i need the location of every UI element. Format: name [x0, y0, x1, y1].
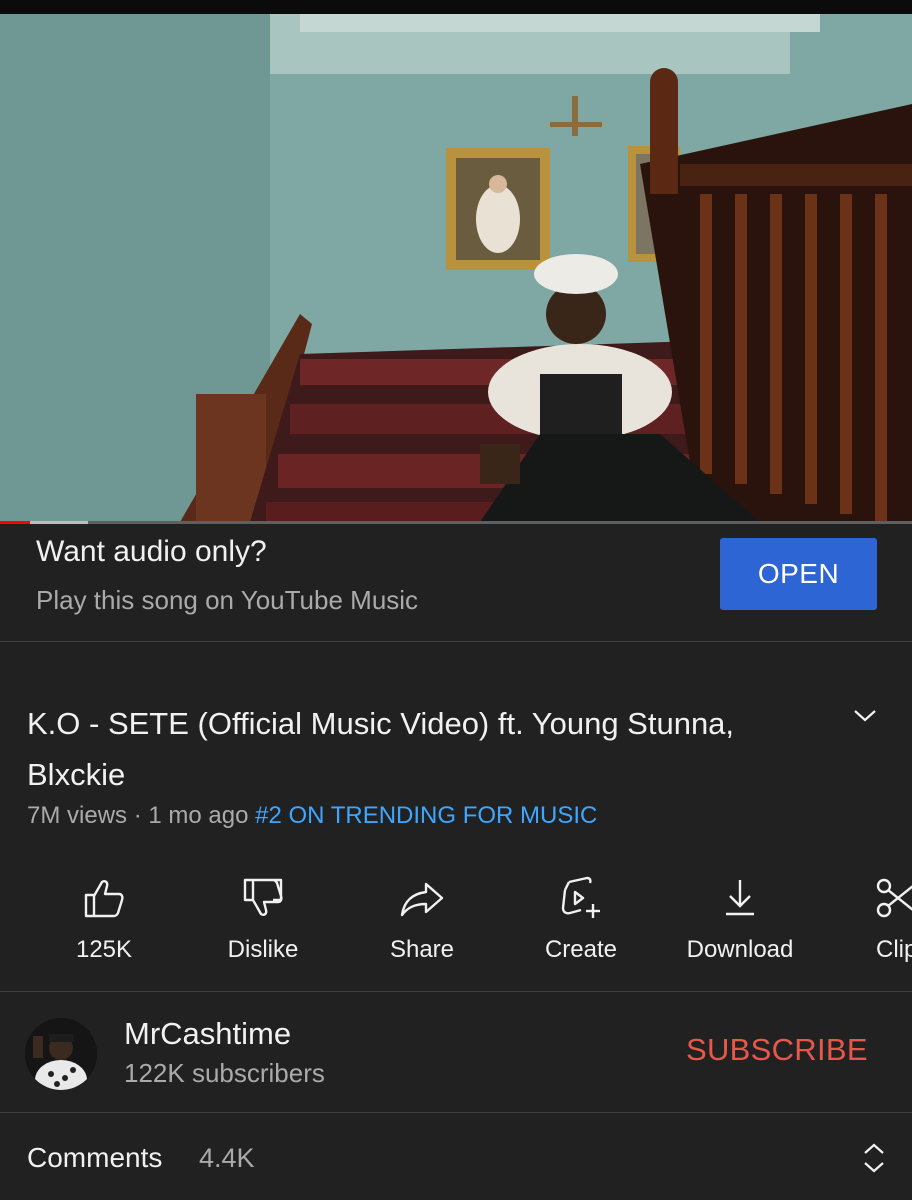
dislike-label: Dislike	[227, 936, 299, 963]
channel-avatar[interactable]	[25, 1018, 97, 1090]
download-button[interactable]: Download	[665, 870, 815, 980]
clip-icon	[876, 878, 912, 918]
video-frame	[0, 14, 912, 522]
like-button[interactable]: 125K	[29, 870, 179, 980]
share-icon	[400, 882, 444, 917]
meta-separator: ·	[127, 802, 149, 829]
thumbs-up-icon	[84, 880, 124, 918]
clip-label: Clip	[876, 936, 912, 963]
thumbs-down-icon	[243, 878, 283, 916]
open-button[interactable]: OPEN	[720, 538, 877, 610]
divider	[0, 991, 912, 992]
subscriber-count: 122K subscribers	[124, 1058, 325, 1088]
subscribe-button[interactable]: SUBSCRIBE	[686, 1032, 868, 1068]
upload-age: 1 mo ago	[148, 802, 249, 829]
action-row: 125K Dislike Share Create Download Clip	[0, 870, 912, 990]
comments-label: Comments	[27, 1142, 163, 1173]
promo-title: Want audio only?	[36, 535, 267, 568]
share-label: Share	[389, 936, 455, 963]
video-player[interactable]	[0, 0, 912, 524]
promo-subtitle: Play this song on YouTube Music	[36, 585, 419, 615]
dislike-button[interactable]: Dislike	[188, 870, 338, 980]
played-bar	[0, 521, 31, 524]
create-icon	[561, 876, 600, 918]
download-label: Download	[686, 936, 794, 963]
share-button[interactable]: Share	[347, 870, 497, 980]
youtube-music-promo: Want audio only? Play this song on YouTu…	[0, 525, 912, 642]
video-progress-bar[interactable]	[0, 521, 912, 524]
view-count: 7M views	[27, 802, 128, 829]
avatar-image	[25, 1018, 97, 1090]
channel-name[interactable]: MrCashtime	[124, 1016, 291, 1052]
unfold-icon[interactable]	[860, 1140, 888, 1176]
chevron-down-icon[interactable]	[852, 706, 878, 724]
video-title[interactable]: K.O - SETE (Official Music Video) ft. Yo…	[27, 698, 787, 800]
clip-button[interactable]: Clip	[824, 870, 912, 980]
comments-count: 4.4K	[199, 1143, 255, 1173]
divider	[0, 1112, 912, 1113]
like-count: 125K	[75, 936, 133, 963]
create-button[interactable]: Create	[506, 870, 656, 980]
download-icon	[726, 880, 754, 916]
trending-link[interactable]: #2 ON TRENDING FOR MUSIC	[255, 802, 597, 829]
video-meta: 7M views · 1 mo ago #2 ON TRENDING FOR M…	[27, 802, 597, 830]
create-label: Create	[544, 936, 618, 963]
